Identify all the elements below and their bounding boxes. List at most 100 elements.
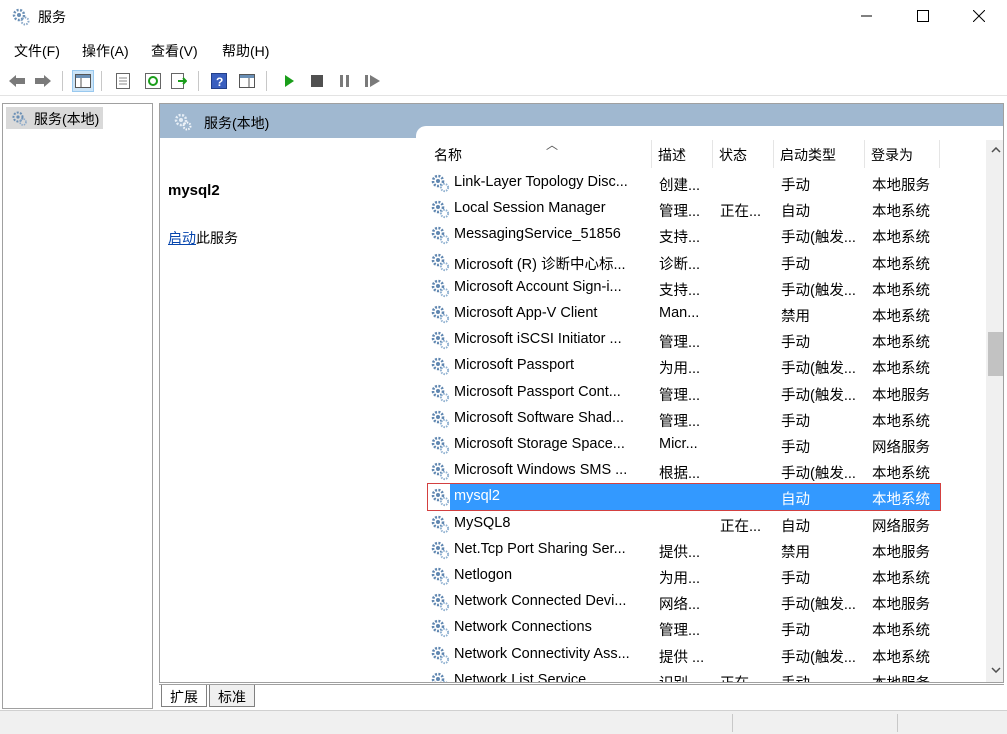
service-gear-icon: [430, 252, 450, 272]
stop-service-button[interactable]: [306, 70, 328, 92]
services-gear-icon: [174, 113, 192, 131]
pause-service-button[interactable]: [334, 70, 356, 92]
show-hide-tree-icon: [75, 74, 91, 88]
service-startup-type: 手动: [781, 256, 810, 273]
service-log-on-as: 本地系统: [872, 230, 930, 247]
table-row[interactable]: Netlogon 为用... 手动 本地系统: [428, 563, 940, 589]
minimize-button[interactable]: [839, 0, 895, 32]
service-description: 管理...: [659, 335, 701, 352]
table-row[interactable]: Link-Layer Topology Disc... 创建... 手动 本地服务: [428, 170, 940, 196]
column-header-label: 登录为: [871, 147, 913, 163]
table-row[interactable]: Microsoft Account Sign-i... 支持... 手动(触发...…: [428, 275, 940, 301]
scroll-up-button[interactable]: [986, 140, 1003, 160]
maximize-icon: [917, 10, 929, 22]
service-log-on-as: 本地系统: [872, 413, 930, 430]
table-row[interactable]: Microsoft Windows SMS ... 根据... 手动(触发... 本地…: [428, 458, 940, 484]
column-header-description[interactable]: 描述: [652, 140, 713, 168]
menu-file[interactable]: 文件(F): [14, 41, 60, 61]
maximize-button[interactable]: [895, 0, 951, 32]
service-name: Microsoft Windows SMS ...: [454, 462, 628, 479]
menu-action[interactable]: 操作(A): [82, 41, 129, 61]
service-startup-type: 自动: [781, 204, 810, 221]
back-icon: [9, 75, 25, 87]
restart-icon: [365, 75, 380, 87]
service-description: 管理...: [659, 204, 701, 221]
properties-button[interactable]: [112, 70, 134, 92]
start-service-link[interactable]: 启动: [168, 230, 196, 246]
status-divider: [897, 714, 898, 732]
close-button[interactable]: [951, 0, 1007, 32]
service-startup-type: 自动: [781, 518, 810, 535]
table-row[interactable]: mysql2 自动 本地系统: [427, 483, 941, 512]
console-tree: 服务(本地): [2, 103, 153, 709]
restart-service-button[interactable]: [362, 70, 384, 92]
service-gear-icon: [430, 304, 450, 324]
service-startup-type: 手动: [781, 571, 810, 587]
column-header-log-on-as[interactable]: 登录为: [865, 140, 940, 168]
tree-item-services-local[interactable]: 服务(本地): [6, 107, 104, 129]
service-description: Micr...: [659, 436, 698, 452]
table-row[interactable]: Microsoft Storage Space... Micr... 手动 网络服务: [428, 432, 940, 458]
service-log-on-as: 本地服务: [872, 544, 930, 561]
services-list: 名称 ︿ 描述 状态 启动类型 登录为 Link-Layer Topology …: [416, 126, 1003, 682]
table-row[interactable]: Microsoft (R) 诊断中心标... 诊断... 手动 本地系统: [428, 249, 940, 275]
table-row[interactable]: Microsoft Passport 为用... 手动(触发... 本地系统: [428, 353, 940, 379]
toolbar-separator: [266, 71, 267, 91]
menu-view[interactable]: 查看(V): [151, 41, 198, 61]
service-gear-icon: [430, 645, 450, 665]
chevron-up-icon: [990, 147, 1001, 153]
back-button[interactable]: [6, 70, 28, 92]
service-name: MySQL8: [454, 514, 511, 531]
table-row[interactable]: Microsoft Software Shad... 管理... 手动 本地系统: [428, 406, 940, 432]
service-gear-icon: [430, 278, 450, 298]
show-hide-tree-button[interactable]: [72, 70, 94, 92]
service-description: 管理...: [659, 387, 701, 404]
scrollbar-thumb[interactable]: [988, 332, 1003, 376]
service-gear-icon: [430, 173, 450, 193]
table-row[interactable]: Microsoft App-V Client Man... 禁用 本地系统: [428, 301, 940, 327]
start-service-button[interactable]: [278, 70, 300, 92]
forward-button[interactable]: [32, 70, 54, 92]
vertical-scrollbar[interactable]: [986, 140, 1003, 682]
service-gear-icon: [430, 514, 450, 534]
extended-description-panel: mysql2 启动此服务: [160, 138, 415, 682]
help-button[interactable]: ?: [208, 70, 230, 92]
table-row[interactable]: Net.Tcp Port Sharing Ser... 提供... 禁用 本地服务: [428, 537, 940, 563]
start-icon: [285, 75, 294, 87]
tree-item-label: 服务(本地): [34, 111, 100, 127]
table-row[interactable]: Network Connections 管理... 手动 本地系统: [428, 615, 940, 641]
service-description: 为用...: [659, 571, 701, 587]
service-startup-type: 手动(触发...: [781, 361, 856, 378]
scroll-down-button[interactable]: [986, 660, 1003, 680]
menu-help[interactable]: 帮助(H): [222, 41, 269, 61]
tab-extended[interactable]: 扩展: [161, 685, 207, 707]
table-row[interactable]: Microsoft iSCSI Initiator ... 管理... 手动 本地系统: [428, 327, 940, 353]
service-status: 正在...: [720, 672, 780, 682]
table-row[interactable]: Network List Service 识别...正在...手动本地服务: [428, 668, 940, 682]
service-status: 正在...: [720, 518, 762, 535]
table-row[interactable]: Microsoft Passport Cont... 管理... 手动(触发... 本…: [428, 380, 940, 406]
table-row[interactable]: Network Connectivity Ass... 提供 ... 手动(触发..…: [428, 642, 940, 668]
table-row[interactable]: Local Session Manager 管理... 正在... 自动 本地系统: [428, 196, 940, 222]
show-hide-action-pane-button[interactable]: [236, 70, 258, 92]
column-header-label: 描述: [658, 147, 686, 163]
toolbar: ?: [0, 66, 1007, 96]
service-startup-type: 手动(触发...: [781, 466, 856, 483]
column-header-status[interactable]: 状态: [713, 140, 774, 168]
service-name: Net.Tcp Port Sharing Ser...: [454, 540, 626, 557]
list-header: 名称 ︿ 描述 状态 启动类型 登录为: [416, 138, 986, 168]
column-header-startup-type[interactable]: 启动类型: [774, 140, 865, 168]
table-row[interactable]: MySQL8 正在... 自动 网络服务: [428, 511, 940, 537]
service-log-on-as: 本地系统: [872, 623, 930, 640]
column-header-name[interactable]: 名称 ︿: [428, 138, 652, 168]
sort-ascending-icon: ︿: [546, 138, 559, 152]
export-list-button[interactable]: [168, 70, 190, 92]
service-log-on-as: 本地服务: [872, 178, 930, 194]
table-row[interactable]: MessagingService_51856 支持... 手动(触发... 本地系统: [428, 222, 940, 248]
service-gear-icon: [430, 540, 450, 560]
status-bar: [0, 710, 1007, 734]
tab-standard[interactable]: 标准: [209, 685, 255, 707]
table-row[interactable]: Network Connected Devi... 网络... 手动(触发... 本地…: [428, 589, 940, 615]
refresh-button[interactable]: [142, 70, 164, 92]
service-name: Network Connectivity Ass...: [454, 645, 630, 662]
